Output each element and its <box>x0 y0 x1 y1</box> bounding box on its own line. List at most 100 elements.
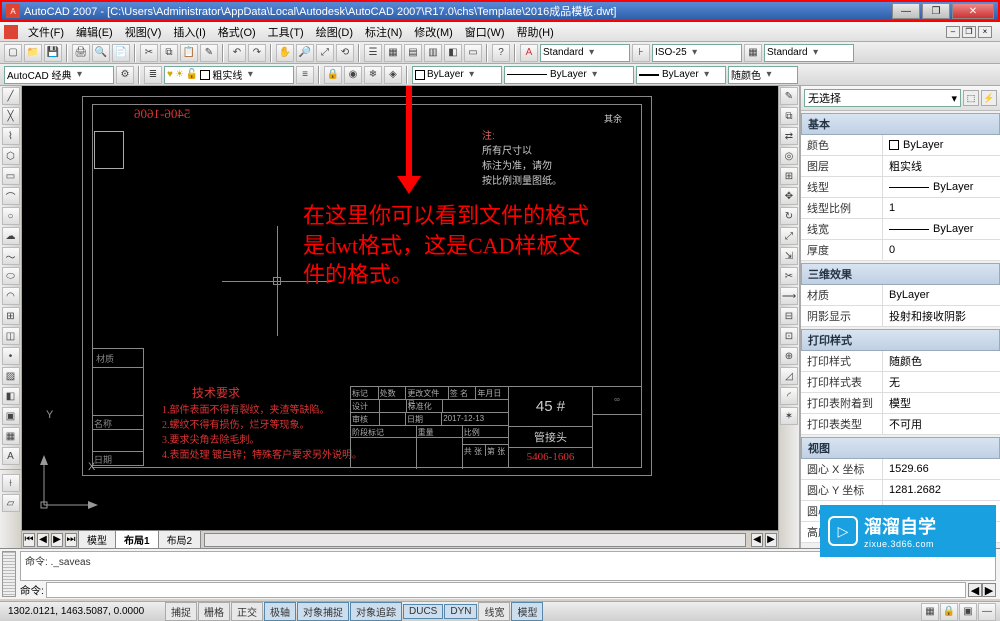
menu-view[interactable]: 视图(V) <box>119 24 168 40</box>
table-icon[interactable]: ▦ <box>744 44 762 62</box>
paste-icon[interactable]: 📋 <box>180 44 198 62</box>
ellipse-icon[interactable]: ⬭ <box>2 267 20 285</box>
spline-icon[interactable]: 〜 <box>2 247 20 265</box>
revcloud-icon[interactable]: ☁ <box>2 227 20 245</box>
tab-last-icon[interactable]: ⏭ <box>65 533 77 547</box>
cmd-scroll-right[interactable]: ▶ <box>982 583 996 597</box>
circle-icon[interactable]: ○ <box>2 207 20 225</box>
menu-edit[interactable]: 编辑(E) <box>70 24 119 40</box>
menu-tools[interactable]: 工具(T) <box>262 24 310 40</box>
status-max-icon[interactable]: ▣ <box>959 603 977 621</box>
ducs-toggle[interactable]: DUCS <box>403 604 443 619</box>
color-combo[interactable]: ByLayer▾ <box>412 66 502 84</box>
undo-icon[interactable]: ↶ <box>228 44 246 62</box>
layer-prev-icon[interactable]: ≡ <box>296 66 314 84</box>
drawing-viewport[interactable]: 5406-1606 其余 注: 所有尺寸以 标注为准，请勿 按比例测量图纸。 材… <box>22 86 778 548</box>
break-icon[interactable]: ⊟ <box>780 307 798 325</box>
menu-window[interactable]: 窗口(W) <box>459 24 511 40</box>
open-icon[interactable]: 📁 <box>24 44 42 62</box>
layer-off-icon[interactable]: ◉ <box>344 66 362 84</box>
lwt-toggle[interactable]: 线宽 <box>478 602 510 621</box>
stretch-icon[interactable]: ⇲ <box>780 247 798 265</box>
menu-help[interactable]: 帮助(H) <box>511 24 560 40</box>
zoom-rt-icon[interactable]: 🔎 <box>296 44 314 62</box>
copy2-icon[interactable]: ⧉ <box>780 107 798 125</box>
save-icon[interactable]: 💾 <box>44 44 62 62</box>
polar-toggle[interactable]: 极轴 <box>264 602 296 621</box>
menu-insert[interactable]: 插入(I) <box>167 24 211 40</box>
minimize-button[interactable]: — <box>892 3 920 19</box>
cmd-scroll-left[interactable]: ◀ <box>968 583 982 597</box>
mtext-icon[interactable]: A <box>2 447 20 465</box>
redo-icon[interactable]: ↷ <box>248 44 266 62</box>
dim-icon[interactable]: ⊦ <box>632 44 650 62</box>
mdi-restore[interactable]: ❐ <box>962 26 976 38</box>
menu-draw[interactable]: 绘图(D) <box>310 24 359 40</box>
xline-icon[interactable]: ╳ <box>2 107 20 125</box>
tab-model[interactable]: 模型 <box>78 530 116 548</box>
tab-layout1[interactable]: 布局1 <box>115 530 159 548</box>
layer-iso-icon[interactable]: ◈ <box>384 66 402 84</box>
cmd-grip[interactable] <box>2 551 16 597</box>
menu-modify[interactable]: 修改(M) <box>408 24 459 40</box>
pline-icon[interactable]: ⌇ <box>2 127 20 145</box>
model-toggle[interactable]: 模型 <box>511 602 543 621</box>
gradient-icon[interactable]: ◧ <box>2 387 20 405</box>
fillet-icon[interactable]: ◜ <box>780 387 798 405</box>
ws-save-icon[interactable]: ⚙ <box>116 66 134 84</box>
pan-icon[interactable]: ✋ <box>276 44 294 62</box>
command-input[interactable] <box>46 582 966 598</box>
close-button[interactable]: ✕ <box>952 3 994 19</box>
dc-icon[interactable]: ▦ <box>384 44 402 62</box>
hscroll-track[interactable] <box>204 533 746 547</box>
array-icon[interactable]: ⊞ <box>780 167 798 185</box>
point-icon[interactable]: • <box>2 347 20 365</box>
extend-icon[interactable]: ⟶ <box>780 287 798 305</box>
tab-prev-icon[interactable]: ◀ <box>37 533 49 547</box>
area-icon[interactable]: ▱ <box>2 494 20 512</box>
menu-dim[interactable]: 标注(N) <box>359 24 408 40</box>
tab-first-icon[interactable]: ⏮ <box>23 533 35 547</box>
copy-icon[interactable]: ⧉ <box>160 44 178 62</box>
move-icon[interactable]: ✥ <box>780 187 798 205</box>
maximize-button[interactable]: ❐ <box>922 3 950 19</box>
osnap-toggle[interactable]: 对象捕捉 <box>297 602 349 621</box>
dist-icon[interactable]: ⟊ <box>2 474 20 492</box>
tab-next-icon[interactable]: ▶ <box>51 533 63 547</box>
dyn-toggle[interactable]: DYN <box>444 604 477 619</box>
dimstyle-combo[interactable]: ISO-25▾ <box>652 44 742 62</box>
hscroll-left-icon[interactable]: ◀ <box>751 533 763 547</box>
ellarc-icon[interactable]: ◠ <box>2 287 20 305</box>
layer-lock-icon[interactable]: 🔒 <box>324 66 342 84</box>
line-icon[interactable]: ╱ <box>2 87 20 105</box>
ortho-toggle[interactable]: 正交 <box>231 602 263 621</box>
linetype-combo[interactable]: ByLayer▾ <box>504 66 634 84</box>
mirror-icon[interactable]: ⇄ <box>780 127 798 145</box>
props-icon[interactable]: ☰ <box>364 44 382 62</box>
join-icon[interactable]: ⊕ <box>780 347 798 365</box>
tablestyle-combo[interactable]: Standard▾ <box>764 44 854 62</box>
break2-icon[interactable]: ⊡ <box>780 327 798 345</box>
selection-combo[interactable]: 无选择▾ <box>804 89 961 107</box>
textstyle-combo[interactable]: Standard▾ <box>540 44 630 62</box>
pick-icon[interactable]: ⬚ <box>963 90 979 106</box>
grid-toggle[interactable]: 栅格 <box>198 602 230 621</box>
hscroll-right-icon[interactable]: ▶ <box>765 533 777 547</box>
zoom-prev-icon[interactable]: ⟲ <box>336 44 354 62</box>
help-icon[interactable]: ? <box>492 44 510 62</box>
ssm-icon[interactable]: ▥ <box>424 44 442 62</box>
rect-icon[interactable]: ▭ <box>2 167 20 185</box>
cut-icon[interactable]: ✂ <box>140 44 158 62</box>
preview-icon[interactable]: 🔍 <box>92 44 110 62</box>
match-icon[interactable]: ✎ <box>200 44 218 62</box>
tab-layout2[interactable]: 布局2 <box>158 530 202 548</box>
erase-icon[interactable]: ✎ <box>780 87 798 105</box>
workspace-combo[interactable]: AutoCAD 经典▾ <box>4 66 114 84</box>
plot-icon[interactable]: 🖨 <box>72 44 90 62</box>
publish-icon[interactable]: 📄 <box>112 44 130 62</box>
polygon-icon[interactable]: ⬡ <box>2 147 20 165</box>
zoom-win-icon[interactable]: ⤢ <box>316 44 334 62</box>
qselect-icon[interactable]: ⚡ <box>981 90 997 106</box>
scale-icon[interactable]: ⤢ <box>780 227 798 245</box>
hatch-icon[interactable]: ▨ <box>2 367 20 385</box>
